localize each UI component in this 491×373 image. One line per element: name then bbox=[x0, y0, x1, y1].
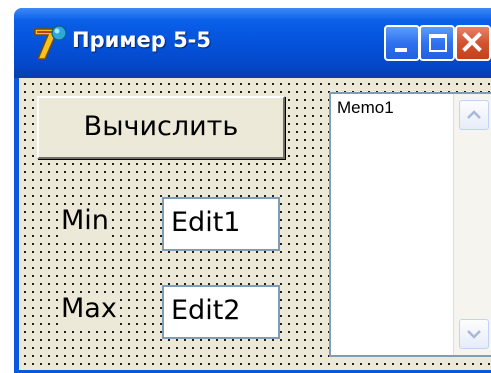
delphi-app-icon bbox=[34, 25, 67, 60]
app-window: Пример 5-5 Вычислить Min Edit1 Max Edit2… bbox=[14, 8, 491, 373]
calculate-button[interactable]: Вычислить bbox=[37, 96, 285, 159]
maximize-icon bbox=[429, 34, 447, 52]
close-icon bbox=[462, 32, 482, 52]
minimize-button[interactable] bbox=[384, 25, 420, 61]
memo-scrollbar[interactable] bbox=[453, 94, 491, 355]
minimize-icon bbox=[395, 48, 407, 52]
chevron-down-icon bbox=[467, 330, 481, 339]
chevron-up-icon bbox=[467, 110, 481, 119]
min-edit-field[interactable]: Edit1 bbox=[162, 197, 280, 251]
memo-text: Memo1 bbox=[337, 98, 394, 117]
scroll-down-button[interactable] bbox=[459, 319, 489, 349]
max-edit-field[interactable]: Edit2 bbox=[162, 285, 280, 339]
close-button[interactable] bbox=[455, 25, 491, 61]
min-label: Min bbox=[59, 205, 111, 237]
title-bar[interactable]: Пример 5-5 bbox=[14, 8, 491, 78]
window-title: Пример 5-5 bbox=[72, 28, 212, 52]
max-label: Max bbox=[59, 293, 119, 325]
form-client-area: Вычислить Min Edit1 Max Edit2 Memo1 bbox=[19, 78, 491, 370]
maximize-button[interactable] bbox=[419, 25, 455, 61]
memo-box[interactable]: Memo1 bbox=[329, 92, 491, 357]
scroll-up-button[interactable] bbox=[459, 100, 489, 130]
